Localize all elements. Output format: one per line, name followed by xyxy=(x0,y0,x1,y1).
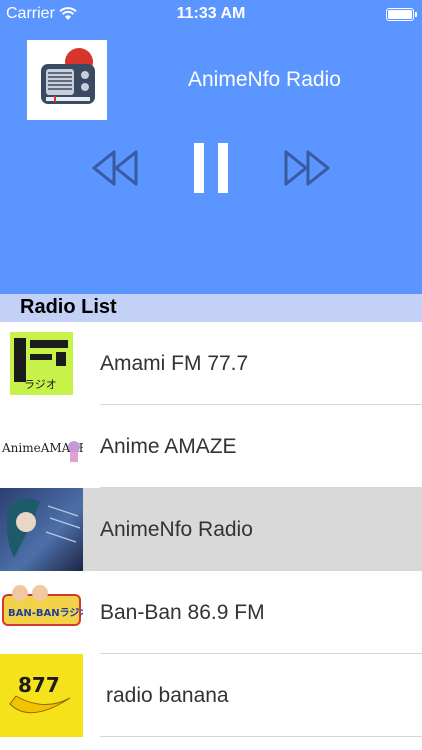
station-row-ban-ban[interactable]: BAN-BANラジオ Ban-Ban 86.9 FM xyxy=(0,571,422,654)
radio-icon xyxy=(41,48,95,104)
station-thumbnail xyxy=(0,488,83,571)
radio-list-header: Radio List xyxy=(0,294,422,322)
pause-button[interactable] xyxy=(190,138,232,198)
radio-list: ラジオ Amami FM 77.7 AnimeAMAZE Anime AMAZE xyxy=(0,322,422,737)
station-row-amami[interactable]: ラジオ Amami FM 77.7 xyxy=(0,322,422,405)
station-row-anime-amaze[interactable]: AnimeAMAZE Anime AMAZE xyxy=(0,405,422,488)
battery-icon xyxy=(386,8,417,21)
svg-text:BAN-BANラジオ: BAN-BANラジオ xyxy=(8,607,83,619)
player-panel: AnimeNfo Radio xyxy=(0,0,422,294)
section-title: Radio List xyxy=(20,296,117,318)
fast-forward-icon xyxy=(284,150,330,186)
station-name: AnimeNfo Radio xyxy=(100,518,253,541)
station-thumbnail: BAN-BANラジオ xyxy=(0,571,83,654)
station-name: Anime AMAZE xyxy=(100,435,237,458)
rewind-icon xyxy=(92,150,138,186)
fast-forward-button[interactable] xyxy=(282,138,332,198)
now-playing-title: AnimeNfo Radio xyxy=(188,68,341,91)
station-name: Amami FM 77.7 xyxy=(100,352,249,375)
station-thumbnail: AnimeAMAZE xyxy=(0,405,83,488)
station-name: radio banana xyxy=(106,684,229,707)
status-bar: Carrier 11:33 AM xyxy=(0,0,422,30)
rewind-button[interactable] xyxy=(90,138,140,198)
svg-text:877: 877 xyxy=(18,673,60,697)
station-thumbnail: ラジオ xyxy=(0,322,83,405)
station-row-radio-banana[interactable]: 877 radio banana xyxy=(0,654,422,737)
clock: 11:33 AM xyxy=(176,5,246,22)
pause-icon xyxy=(194,143,228,193)
row-divider xyxy=(100,736,422,737)
station-logo xyxy=(27,40,107,120)
station-name: Ban-Ban 86.9 FM xyxy=(100,601,265,624)
svg-text:ラジオ: ラジオ xyxy=(24,378,57,391)
station-thumbnail: 877 xyxy=(0,654,83,737)
station-row-animenfo[interactable]: AnimeNfo Radio xyxy=(0,488,422,571)
